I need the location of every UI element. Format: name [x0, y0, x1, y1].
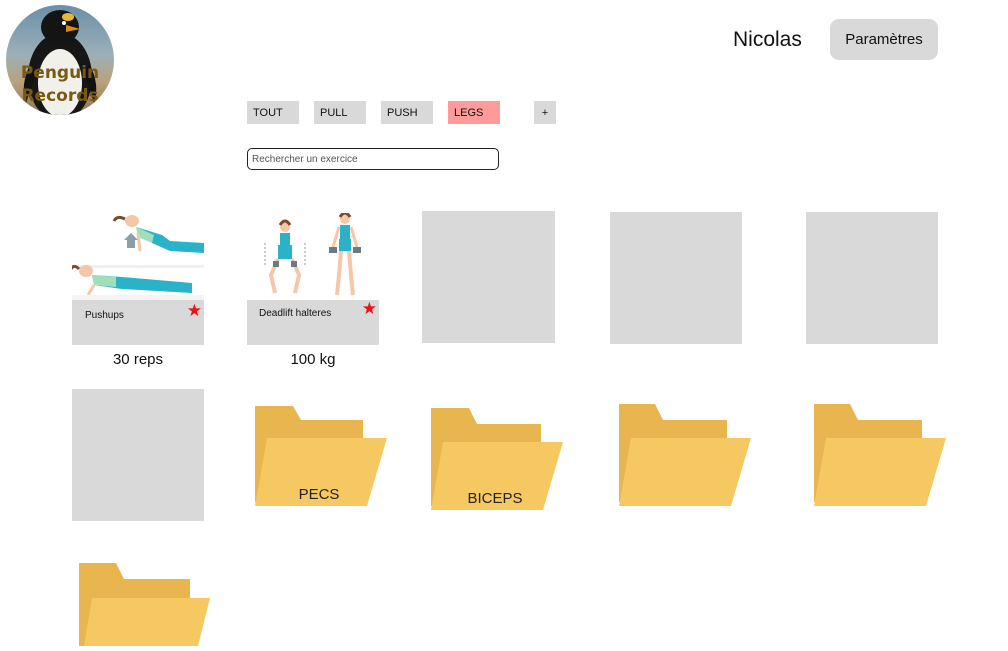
folder-pecs[interactable]: PECS [251, 402, 387, 512]
username: Nicolas [733, 28, 802, 51]
settings-button[interactable]: Paramètres [830, 19, 938, 60]
folder-unnamed[interactable] [615, 402, 751, 512]
app-logo: Penguin Records [6, 5, 114, 115]
empty-exercise-card[interactable] [806, 212, 938, 344]
exercise-name: Deadlift halteres [259, 308, 332, 319]
exercise-value: 30 reps [112, 351, 164, 368]
empty-exercise-card[interactable] [422, 211, 555, 343]
logo-text-line1: Penguin [20, 63, 100, 83]
folder-icon [814, 404, 946, 506]
empty-exercise-card[interactable] [72, 389, 204, 521]
logo-text: Penguin Records [6, 62, 114, 108]
star-icon[interactable]: ★ [187, 301, 202, 321]
tab-push[interactable]: PUSH [381, 101, 433, 124]
folder-biceps[interactable]: BICEPS [427, 406, 563, 516]
folder-label: BICEPS [467, 490, 523, 507]
exercise-card-deadlift[interactable]: Deadlift halteres ★ [247, 213, 379, 345]
pushups-image [72, 213, 204, 300]
search-input[interactable] [247, 148, 499, 170]
tab-tout[interactable]: TOUT [247, 101, 299, 124]
exercise-name: Pushups [85, 310, 124, 321]
empty-exercise-card[interactable] [610, 212, 742, 344]
folder-icon [619, 404, 751, 506]
folder-unnamed[interactable] [76, 561, 212, 646]
logo-text-line2: Records [21, 86, 99, 106]
star-icon[interactable]: ★ [362, 299, 377, 319]
deadlift-image [247, 213, 379, 300]
tab-legs[interactable]: LEGS [448, 101, 500, 124]
folder-label: PECS [298, 486, 340, 503]
folder-icon [79, 563, 210, 646]
tab-pull[interactable]: PULL [314, 101, 366, 124]
exercise-value: 100 kg [290, 351, 336, 368]
exercise-card-pushups[interactable]: Pushups ★ [72, 213, 204, 345]
folder-unnamed[interactable] [810, 402, 946, 512]
add-filter-button[interactable]: + [534, 101, 556, 124]
